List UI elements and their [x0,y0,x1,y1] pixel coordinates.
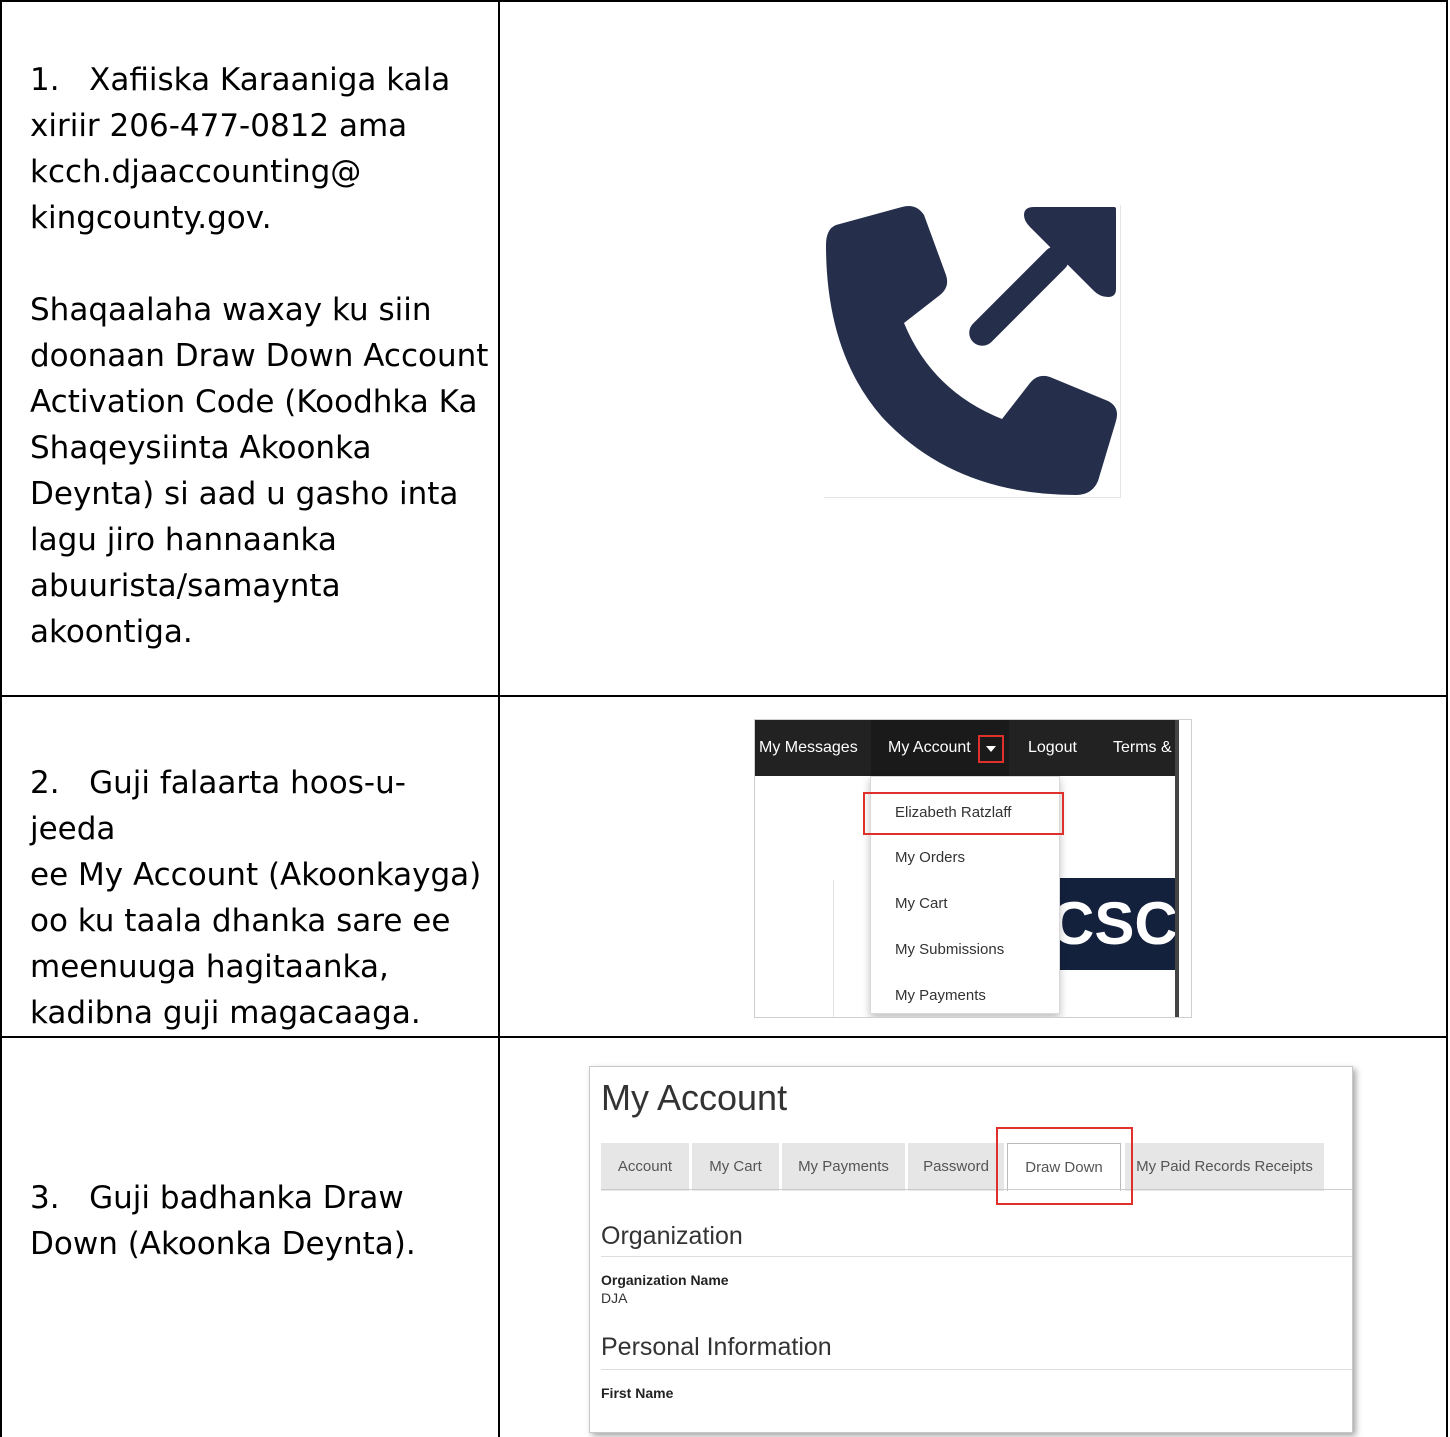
tab-password[interactable]: Password [908,1143,1004,1191]
text-line: kcch.djaaccounting@ [30,154,362,190]
text-line: Shaqeysiinta Akoonka [30,430,372,466]
phone-outgoing-icon-svg [826,206,1117,495]
org-name-value: DJA [601,1290,628,1306]
dropdown-item-submissions[interactable]: My Submissions [895,941,1004,958]
step-1-text: 1. Xafiiska Karaaniga kala xiriir 206-47… [30,57,490,655]
text-line: oo ku taala dhanka sare ee [30,903,451,939]
nav-logout[interactable]: Logout [1028,720,1077,776]
tab-account[interactable]: Account [601,1143,689,1191]
tab-my-payments[interactable]: My Payments [782,1143,905,1191]
caret-down-icon [986,746,996,752]
step-1-line: 1. Xafiiska Karaaniga kala [30,57,490,103]
text-line: Activation Code (Koodhka Ka [30,384,478,420]
highlight-box [996,1127,1133,1205]
section-rule [601,1369,1352,1370]
column-divider [498,0,500,1437]
page-divider [833,880,834,1017]
dropdown-item-cart[interactable]: My Cart [895,895,948,912]
step-number: 2. [30,765,60,801]
text-line: doonaan Draw Down Account [30,338,489,374]
account-dropdown-toggle[interactable] [978,735,1004,763]
instruction-table: 1. Xafiiska Karaaniga kala xiriir 206-47… [0,0,1450,1437]
section-personal-information: Personal Information [601,1333,832,1361]
text-line: abuurista/samaynta [30,568,341,604]
nav-my-messages[interactable]: My Messages [759,720,858,776]
text-line: kingcounty.gov. [30,200,272,236]
dropdown-item-orders[interactable]: My Orders [895,849,965,866]
text-line: Deynta) si aad u gasho inta [30,476,459,512]
phone-outgoing-icon [824,205,1121,498]
text-line: ee My Account (Akoonkayga) [30,857,482,893]
tab-underline [601,1189,1352,1190]
step-number: 3. [30,1180,60,1216]
text-line: akoontiga. [30,614,193,650]
nav-terms[interactable]: Terms & C [1113,720,1175,776]
text-line: Xafiiska Karaaniga kala [89,62,451,98]
step-number: 1. [30,62,60,98]
banner: CSCF [1051,878,1175,970]
text-line: Shaqaalaha waxay ku siin [30,292,432,328]
step-2-text: 2. Guji falaarta hoos-u-jeeda ee My Acco… [30,760,490,1036]
step-3-text: 3. Guji badhanka Draw Down (Akoonka Deyn… [30,1175,490,1267]
section-organization: Organization [601,1222,743,1250]
text-line: Guji falaarta hoos-u-jeeda [30,765,406,847]
dropdown-item-payments[interactable]: My Payments [895,987,986,1004]
text-line: lagu jiro hannaanka [30,522,337,558]
account-screenshot: My Account Account My Cart My Payments P… [589,1066,1353,1433]
text-line: kadibna guji magacaaga. [30,995,421,1031]
tab-paid-records-receipts[interactable]: My Paid Records Receipts [1125,1143,1324,1191]
tab-my-cart[interactable]: My Cart [692,1143,779,1191]
menu-screenshot: My Messages My Account Logout Terms & C … [754,719,1192,1018]
window-edge [1175,720,1179,1017]
row-divider-2 [0,1036,1448,1038]
table-border-right [1446,0,1448,1437]
page-title: My Account [601,1077,788,1118]
first-name-label: First Name [601,1385,674,1401]
text-line: xiriir 206-477-0812 ama [30,108,408,144]
text-line: meenuuga hagitaanka, [30,949,389,985]
table-border-left [0,0,2,1437]
highlight-box [863,792,1064,835]
nav-my-account[interactable]: My Account [888,720,971,776]
text-line: Guji badhanka Draw [89,1180,404,1216]
row-divider-1 [0,695,1448,697]
section-rule [601,1256,1352,1257]
org-name-label: Organization Name [601,1272,729,1288]
table-border-top [0,0,1448,2]
text-line: Down (Akoonka Deynta). [30,1226,416,1262]
banner-text: CSCF [1051,890,1175,957]
